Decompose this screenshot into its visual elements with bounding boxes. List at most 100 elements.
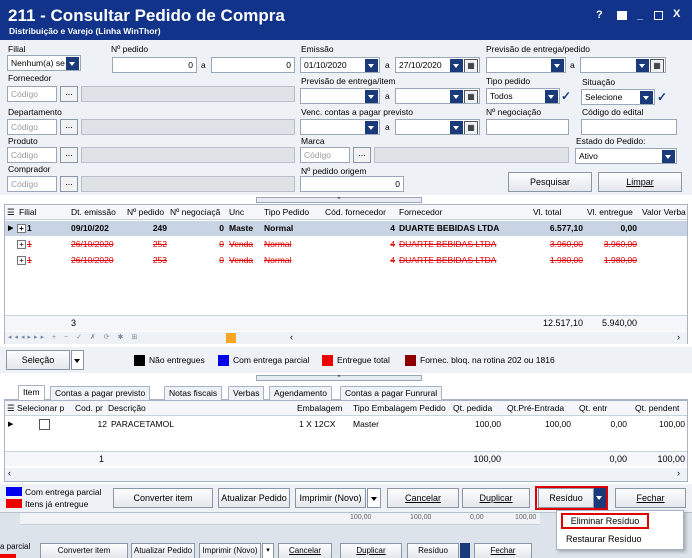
selecionar-checkbox[interactable] [39, 419, 50, 430]
order-row[interactable]: ▶ +1 09/10/202 249 0 Maste Normal 4 DUARTE BEBID… [5, 221, 687, 236]
scroll-left-icon[interactable]: ‹ [290, 332, 293, 342]
col-qt-pendente[interactable]: Qt. pendent [635, 403, 687, 413]
venc-contas-to-input[interactable]: ▦ [395, 119, 480, 135]
venc-contas-from-input[interactable] [300, 119, 380, 135]
col-filial[interactable]: Filial [19, 207, 59, 217]
item-row[interactable]: ▶ 12 PARACETAMOL 1 X 12CX Master 100,00 … [5, 417, 687, 432]
chevron-down-icon[interactable] [636, 59, 649, 72]
col-qt-entregue[interactable]: Qt. entr [579, 403, 629, 413]
produto-search-button[interactable]: ... [60, 147, 78, 163]
order-row[interactable]: +1 26/10/2020 253 0 Venda Normal 4 DUARTE BEBID… [5, 253, 687, 268]
comprador-search-button[interactable]: ... [60, 176, 78, 192]
emissao-to-input[interactable]: 27/10/2020 ▦ [395, 57, 480, 73]
departamento-search-button[interactable]: ... [60, 119, 78, 135]
departamento-codigo-input[interactable]: Código [7, 119, 57, 135]
chevron-down-icon[interactable] [551, 59, 564, 72]
filial-select[interactable]: Nenhum(a) se [7, 55, 81, 71]
prev-entrega-pedido-to-input[interactable]: ▦ [580, 57, 666, 73]
estado-pedido-select[interactable]: Ativo [575, 148, 677, 164]
close-icon[interactable]: X [673, 8, 680, 20]
calendar-icon[interactable]: ▦ [464, 59, 478, 72]
produto-codigo-input[interactable]: Código [7, 147, 57, 163]
tab-verbas[interactable]: Verbas [228, 386, 265, 400]
tab-contas-a-pagar-previsto[interactable]: Contas a pagar previsto [50, 386, 151, 400]
residuo-button[interactable]: Resíduo [538, 488, 594, 508]
scroll-right-icon[interactable]: › [677, 468, 680, 478]
col-n-pedido[interactable]: Nº pedido [127, 207, 169, 217]
codigo-edital-input[interactable] [581, 119, 677, 135]
fornecedor-search-button[interactable]: ... [60, 86, 78, 102]
order-row[interactable]: +1 26/10/2020 252 0 Venda Normal 4 DUARTE BEBID… [5, 237, 687, 252]
restore-layout-icon[interactable] [617, 11, 627, 20]
limpar-button[interactable]: Limpar [598, 172, 682, 192]
col-embalagem[interactable]: Embalagem [297, 403, 349, 413]
atualizar-pedido-button[interactable]: Atualizar Pedido [218, 488, 290, 508]
chevron-down-icon[interactable] [365, 59, 378, 72]
duplicar-button[interactable]: Duplicar [462, 488, 530, 508]
imprimir-novo-button[interactable]: Imprimir (Novo) [295, 488, 366, 508]
col-cod-produto[interactable]: Cod. pr [75, 403, 109, 413]
chevron-down-icon[interactable] [450, 121, 463, 134]
emissao-from-input[interactable]: 01/10/2020 [300, 57, 380, 73]
check-icon[interactable]: ✓ [561, 89, 574, 103]
tab-contas-a-pagar-funrural[interactable]: Contas a pagar Funrural [340, 386, 443, 400]
calendar-icon[interactable]: ▦ [650, 59, 664, 72]
calendar-icon[interactable]: ▦ [464, 121, 478, 134]
items-hscroll[interactable]: ‹ › [5, 468, 687, 481]
scroll-right-icon[interactable]: › [677, 332, 680, 342]
selecao-button[interactable]: Seleção [6, 350, 70, 370]
navigator-buttons[interactable]: ◂◂◂▸▸▸ + − ✓ ✗ ⟳ ✱ ⊞ [8, 333, 140, 341]
chevron-down-icon[interactable] [545, 90, 558, 103]
col-tipo-embalagem[interactable]: Tipo Embalagem Pedido [353, 403, 449, 413]
imprimir-dropdown[interactable] [367, 488, 381, 508]
chevron-down-icon[interactable] [66, 57, 79, 70]
col-valor-verba[interactable]: Valor Verba [642, 207, 688, 217]
chevron-down-icon[interactable] [450, 59, 463, 72]
fechar-button[interactable]: Fechar [615, 488, 686, 508]
expand-icon[interactable]: + [17, 240, 26, 249]
col-qt-pre-entrada[interactable]: Qt.Pré-Entrada [507, 403, 573, 413]
n-pedido-origem-input[interactable]: 0 [300, 176, 404, 192]
marca-search-button[interactable]: ... [353, 147, 371, 163]
residuo-dropdown[interactable] [594, 488, 606, 508]
tab-agendamento[interactable]: Agendamento [269, 386, 332, 400]
maximize-icon[interactable] [654, 11, 663, 20]
n-negociacao-input[interactable] [486, 119, 569, 135]
col-dt-emissao[interactable]: Dt. emissão [71, 207, 125, 217]
chevron-down-icon[interactable] [365, 121, 378, 134]
calendar-icon[interactable]: ▦ [464, 90, 478, 103]
scroll-left-icon[interactable]: ‹ [8, 468, 11, 478]
prev-entrega-pedido-from-input[interactable] [486, 57, 566, 73]
splitter-handle-2[interactable]: ^ [256, 375, 422, 381]
expand-icon[interactable]: + [17, 224, 26, 233]
help-icon[interactable]: ? [596, 9, 603, 21]
marca-codigo-input[interactable]: Código [300, 147, 350, 163]
comprador-codigo-input[interactable]: Código [7, 176, 57, 192]
n-pedido-from-input[interactable]: 0 [112, 57, 197, 73]
col-unc[interactable]: Unc [229, 207, 251, 217]
converter-item-button[interactable]: Converter item [113, 488, 213, 508]
selecao-dropdown[interactable] [71, 350, 84, 370]
chevron-down-icon[interactable] [640, 91, 653, 104]
tab-notas-fiscais[interactable]: Notas fiscais [164, 386, 223, 400]
restaurar-residuo-item[interactable]: Restaurar Resíduo [566, 534, 642, 544]
splitter-handle[interactable]: ^ [256, 197, 422, 203]
columns-icon[interactable]: ☰ [7, 403, 17, 414]
tab-item[interactable]: Item [18, 385, 45, 400]
fornecedor-codigo-input[interactable]: Código [7, 86, 57, 102]
n-pedido-to-input[interactable]: 0 [211, 57, 295, 73]
eliminar-residuo-item[interactable]: Eliminar Resíduo [561, 513, 649, 529]
situacao-select[interactable]: Selecione [581, 89, 655, 105]
expand-icon[interactable]: + [17, 256, 26, 265]
col-vl-total[interactable]: Vl. total [533, 207, 583, 217]
tipo-pedido-select[interactable]: Todos [486, 88, 560, 104]
chevron-down-icon[interactable] [365, 90, 378, 103]
prev-entrega-item-from-input[interactable] [300, 88, 380, 104]
check-icon[interactable]: ✓ [657, 90, 670, 104]
col-selecionar[interactable]: Selecionar p [17, 403, 73, 413]
col-descricao[interactable]: Descrição [108, 403, 258, 413]
chevron-down-icon[interactable] [662, 150, 675, 163]
columns-icon[interactable]: ☰ [7, 207, 17, 218]
pesquisar-button[interactable]: Pesquisar [508, 172, 592, 192]
cancelar-button[interactable]: Cancelar [387, 488, 459, 508]
